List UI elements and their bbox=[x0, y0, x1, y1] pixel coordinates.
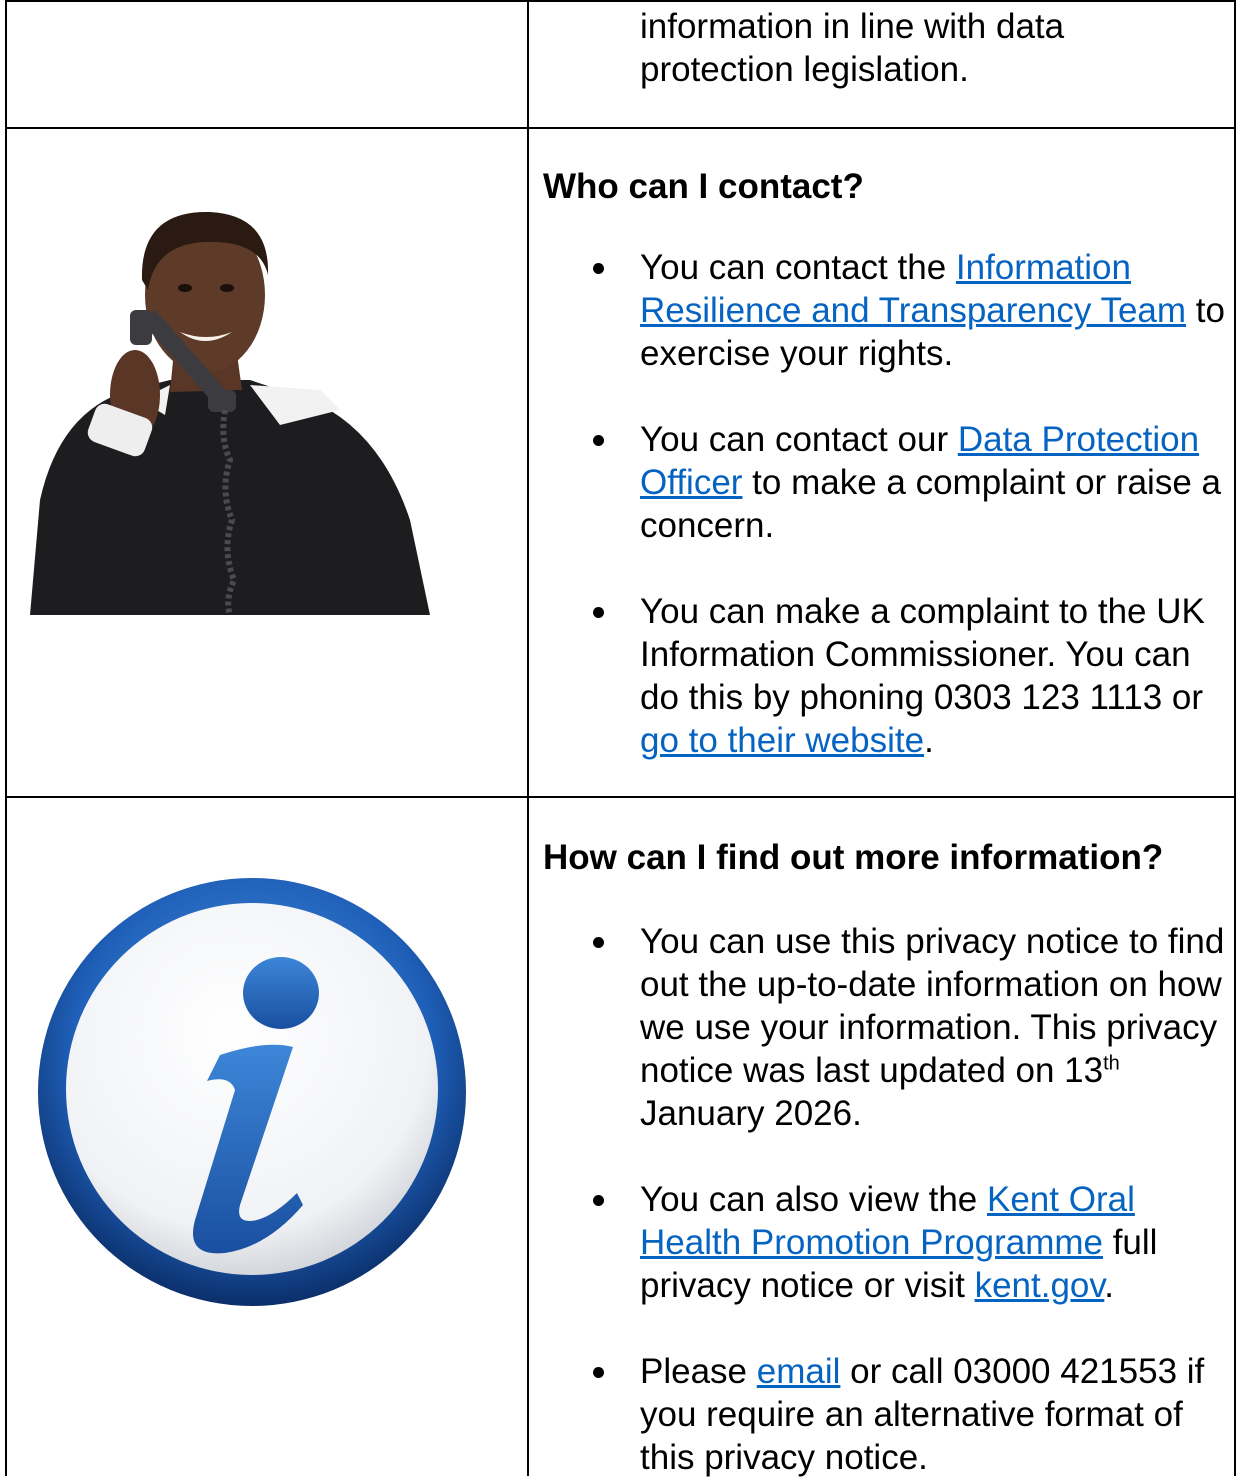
contact-item-1: You can contact the Information Resilien… bbox=[593, 246, 1235, 375]
table-border-top bbox=[5, 0, 1236, 2]
table-border-middle bbox=[527, 0, 529, 1476]
contact-item-3: You can make a complaint to the UK Infor… bbox=[593, 590, 1235, 762]
more-info-item-3-pre: Please bbox=[640, 1352, 757, 1391]
contact-heading: Who can I contact? bbox=[543, 167, 864, 206]
kent-gov-link[interactable]: kent.gov bbox=[975, 1266, 1105, 1305]
more-info-item-1-date: January 2026. bbox=[640, 1094, 862, 1133]
contact-item-1-pre: You can contact the bbox=[640, 248, 956, 287]
more-info-item-2-pre: You can also view the bbox=[640, 1180, 987, 1219]
contact-item-3-pre: You can make a complaint to the UK Infor… bbox=[640, 592, 1205, 717]
more-info-heading: How can I find out more information? bbox=[543, 838, 1164, 877]
bullet-dot bbox=[593, 1367, 604, 1378]
row1-line-1: information in line with data bbox=[640, 7, 1065, 46]
bullet-dot bbox=[593, 1195, 604, 1206]
information-illustration bbox=[35, 875, 470, 1310]
row1-line-2: protection legislation. bbox=[640, 50, 969, 89]
contact-list: You can contact the Information Resilien… bbox=[593, 246, 1235, 762]
bullet-dot bbox=[593, 937, 604, 948]
bullet-dot bbox=[593, 607, 604, 618]
woman-on-telephone-illustration bbox=[20, 200, 440, 616]
bullet-dot bbox=[593, 263, 604, 274]
more-info-item-3: Please email or call 03000 421553 if you… bbox=[593, 1350, 1235, 1479]
contact-item-3-post: . bbox=[924, 721, 934, 760]
more-info-item-1: You can use this privacy notice to find … bbox=[593, 920, 1235, 1135]
more-info-list: You can use this privacy notice to find … bbox=[593, 920, 1235, 1479]
row1-continued-text: information in line with data protection… bbox=[640, 5, 1235, 91]
more-info-item-2: You can also view the Kent Oral Health P… bbox=[593, 1178, 1235, 1307]
email-link[interactable]: email bbox=[757, 1352, 841, 1391]
contact-item-2: You can contact our Data Protection Offi… bbox=[593, 418, 1235, 547]
contact-item-2-pre: You can contact our bbox=[640, 420, 958, 459]
privacy-notice-table: information in line with data protection… bbox=[0, 0, 1240, 1479]
more-info-item-1-text: You can use this privacy notice to find … bbox=[640, 922, 1225, 1090]
row-divider-2 bbox=[5, 796, 1236, 798]
bullet-dot bbox=[593, 435, 604, 446]
table-border-left bbox=[5, 0, 7, 1476]
information-icon bbox=[38, 878, 466, 1306]
ico-website-link[interactable]: go to their website bbox=[640, 721, 924, 760]
more-info-item-2-post: . bbox=[1104, 1266, 1115, 1305]
woman-on-telephone-icon bbox=[30, 211, 430, 616]
row-divider-1 bbox=[5, 127, 1236, 129]
ordinal-suffix: th bbox=[1103, 1052, 1120, 1075]
